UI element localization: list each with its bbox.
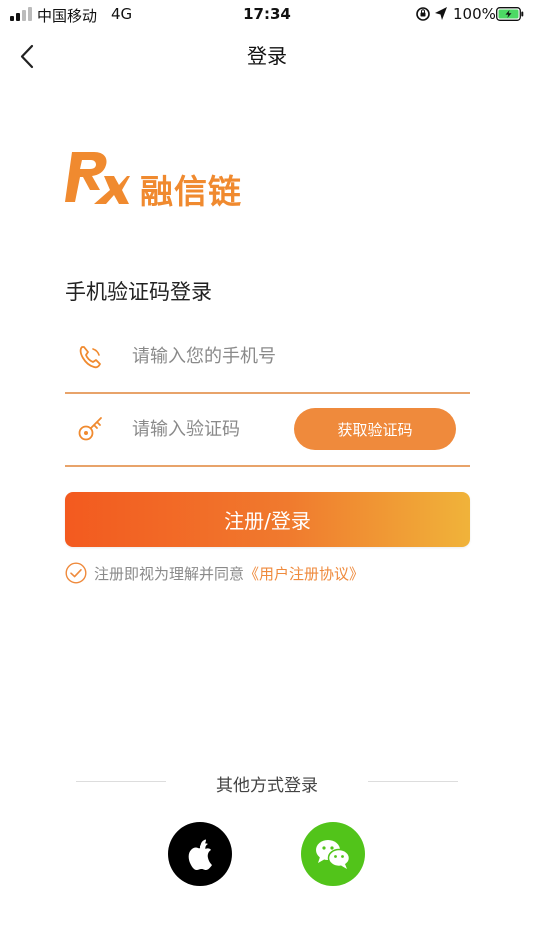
page-title: 登录 — [247, 44, 287, 68]
agreement-text: 注册即视为理解并同意《用户注册协议》 — [94, 563, 364, 584]
agreement-checkbox[interactable] — [65, 562, 87, 584]
wechat-login-button[interactable] — [301, 822, 365, 886]
status-bar: 中国移动 4G 17:34 100% — [0, 0, 534, 28]
battery-percent: 100% — [453, 5, 496, 23]
apple-login-button[interactable] — [168, 822, 232, 886]
other-login-label: 其他方式登录 — [216, 776, 318, 796]
key-icon — [78, 417, 102, 441]
register-login-button[interactable]: 注册/登录 — [65, 492, 470, 547]
wechat-icon — [316, 840, 351, 869]
brand-name: 融信链 — [140, 172, 242, 211]
phone-number-input[interactable] — [132, 340, 452, 372]
divider — [368, 781, 458, 782]
rotation-lock-icon — [416, 7, 430, 21]
verification-code-input[interactable] — [132, 413, 282, 445]
user-agreement-link[interactable]: 《用户注册协议》 — [244, 565, 364, 583]
apple-icon — [188, 839, 212, 870]
location-arrow-icon — [435, 7, 447, 20]
battery-charging-icon — [496, 7, 524, 21]
login-method-title: 手机验证码登录 — [65, 280, 212, 304]
divider — [65, 392, 470, 394]
divider — [65, 465, 470, 467]
agreement-prefix: 注册即视为理解并同意 — [94, 565, 245, 583]
brand-logo-mark — [65, 152, 130, 204]
get-code-button[interactable]: 获取验证码 — [294, 408, 456, 450]
phone-icon — [79, 346, 101, 369]
